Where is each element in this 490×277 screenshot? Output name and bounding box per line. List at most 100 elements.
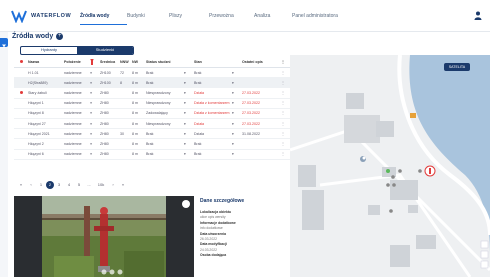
header-nnw[interactable]: NNW bbox=[120, 60, 132, 64]
hydrant-type-icon: ≡ bbox=[90, 141, 93, 146]
row-menu-icon[interactable]: ⋮ bbox=[278, 71, 288, 75]
chevron-down-icon[interactable]: ▾ bbox=[184, 111, 194, 115]
page-button-3[interactable]: 3 bbox=[54, 181, 64, 189]
header-well-status[interactable]: Status studzni bbox=[146, 60, 184, 64]
hydrant-type-icon: ≡ bbox=[90, 80, 93, 85]
row-menu-icon[interactable]: ⋮ bbox=[278, 122, 288, 126]
chevron-down-icon[interactable]: ▾ bbox=[184, 91, 194, 95]
chevron-down-icon[interactable]: ▾ bbox=[232, 91, 242, 95]
table-row[interactable]: H2(Stra889) nadziemne ≡ ZH100 8 8 m Brak ▾ Brak ▾… bbox=[14, 78, 290, 89]
cell-location: nadziemne bbox=[64, 80, 82, 85]
header-menu-icon[interactable]: ⋮ bbox=[278, 60, 288, 64]
alert-dot-icon bbox=[19, 90, 23, 94]
table-row[interactable]: Hżązyni 6 nadziemne ≡ ZH80 8 m Brak ▾ Brak ▾ ⋮ bbox=[14, 150, 290, 160]
filter-icon bbox=[2, 44, 6, 49]
cell-state: Brak bbox=[194, 152, 202, 157]
cell-diameter: ZH80 bbox=[100, 111, 109, 116]
chevron-down-icon[interactable]: ▾ bbox=[232, 152, 242, 156]
table-row[interactable]: Stary żabuli nadziemne ≡ ZH80 8 m Niesprawdzo… bbox=[14, 88, 290, 99]
tab-hydrants[interactable]: Hydranty bbox=[21, 47, 77, 54]
add-water-source-button[interactable]: + bbox=[56, 33, 64, 40]
table-row[interactable]: Hżązyni 2021 nadziemne ≡ ZH80 30 8 m Brak ▾ Dzia… bbox=[14, 129, 290, 140]
nav-item-buildings[interactable]: Budynki bbox=[127, 13, 169, 25]
row-menu-icon[interactable]: ⋮ bbox=[278, 111, 288, 115]
header-diameter[interactable]: Średnica bbox=[100, 60, 120, 64]
chevron-down-icon[interactable]: ▾ bbox=[232, 111, 242, 115]
hydrant-type-icon: ≡ bbox=[90, 111, 93, 116]
cell-diameter: ZH80 bbox=[100, 121, 109, 126]
table-row[interactable]: Hżązyni 1 nadziemne ≡ ZH80 8 m Niesprawdzony ▾… bbox=[14, 99, 290, 109]
chevron-down-icon[interactable]: ▾ bbox=[232, 101, 242, 105]
page-button-2[interactable]: 2 bbox=[46, 181, 54, 189]
page-first-button[interactable]: « bbox=[16, 181, 26, 189]
nav-item-admin-panel[interactable]: Panel administratora bbox=[292, 13, 362, 25]
page-last-button[interactable]: » bbox=[118, 181, 128, 189]
header-icon bbox=[90, 58, 100, 66]
nav-item-analysis[interactable]: Analiza bbox=[254, 13, 292, 25]
header-state[interactable]: Stan bbox=[194, 60, 232, 64]
table-body: H 1.01 nadziemne ≡ ZH100 72 8 m Brak ▾ Brak ▾ ⋮ H2(… bbox=[14, 68, 290, 160]
map-view[interactable]: SATELITA bbox=[290, 55, 490, 277]
cell-last-date: 31.08.2022 bbox=[242, 131, 260, 136]
page-next-button[interactable]: › bbox=[108, 181, 118, 189]
header-last-description[interactable]: Ostatni opis bbox=[242, 60, 278, 64]
header-location[interactable]: Położenie bbox=[64, 60, 90, 64]
tab-wells[interactable]: Studzienki bbox=[77, 47, 133, 54]
cell-well-status: Brak bbox=[146, 131, 154, 136]
nav-item-water-sources[interactable]: Źródła wody bbox=[80, 13, 127, 25]
chevron-down-icon[interactable]: ▾ bbox=[232, 132, 242, 136]
hydrant-type-icon: ≡ bbox=[90, 121, 93, 126]
cell-diameter: ZH100 bbox=[100, 80, 111, 85]
chevron-down-icon[interactable]: ▾ bbox=[184, 122, 194, 126]
chevron-down-icon[interactable]: ▾ bbox=[184, 152, 194, 156]
row-menu-icon[interactable]: ⋮ bbox=[278, 91, 288, 95]
hydrant-type-icon: ≡ bbox=[90, 131, 93, 136]
page-button-5[interactable]: 5 bbox=[74, 181, 84, 189]
cell-state: Działa bbox=[194, 90, 204, 95]
nav-item-plans[interactable]: Pliszy bbox=[169, 13, 209, 25]
chevron-down-icon[interactable]: ▾ bbox=[184, 101, 194, 105]
table-row[interactable]: Hżązyni 2 nadziemne ≡ ZH80 8 m Brak ▾ Brak ▾ ⋮ bbox=[14, 139, 290, 150]
chevron-down-icon[interactable]: ▾ bbox=[184, 142, 194, 146]
table-row[interactable]: Hżązyni 8 nadziemne ≡ ZH80 8 m Zadowalający ▾ D… bbox=[14, 109, 290, 119]
header-nw[interactable]: NW bbox=[132, 60, 146, 64]
page-button-last[interactable]: 10k bbox=[94, 181, 108, 189]
header-name[interactable]: Nazwa bbox=[28, 60, 64, 64]
row-menu-icon[interactable]: ⋮ bbox=[278, 152, 288, 156]
page-prev-button[interactable]: ‹ bbox=[26, 181, 36, 189]
chevron-down-icon[interactable]: ▾ bbox=[232, 122, 242, 126]
cell-state: Brak bbox=[194, 70, 202, 75]
table-row[interactable]: H 1.01 nadziemne ≡ ZH100 72 8 m Brak ▾ Brak ▾ ⋮ bbox=[14, 68, 290, 79]
page-title: Źródła wody bbox=[12, 33, 54, 40]
cell-state: Brak bbox=[194, 80, 202, 85]
cell-well-status: Brak bbox=[146, 152, 154, 157]
row-menu-icon[interactable]: ⋮ bbox=[278, 101, 288, 105]
cell-well-status: Niesprawdzony bbox=[146, 101, 171, 106]
chevron-down-icon[interactable]: ▾ bbox=[184, 71, 194, 75]
row-menu-icon[interactable]: ⋮ bbox=[278, 81, 288, 85]
chevron-down-icon[interactable]: ▾ bbox=[184, 81, 194, 85]
map-canvas[interactable] bbox=[290, 55, 490, 277]
row-menu-icon[interactable]: ⋮ bbox=[278, 142, 288, 146]
page-button-4[interactable]: 4 bbox=[64, 181, 74, 189]
user-icon[interactable] bbox=[474, 11, 482, 20]
page-button-1[interactable]: 1 bbox=[36, 181, 46, 189]
filter-toggle-button[interactable] bbox=[0, 38, 8, 49]
nav-item-transport[interactable]: Przewożna bbox=[209, 13, 254, 25]
table-row[interactable]: Hżązyni 27 nadziemne ≡ ZH80 8 m Niesprawdzony… bbox=[14, 119, 290, 130]
main-nav: Źródła wody Budynki Pliszy Przewożna Ana… bbox=[80, 13, 362, 25]
hydrant-icon bbox=[90, 58, 94, 65]
cell-diameter: ZH80 bbox=[100, 152, 109, 157]
details-panel: Dane szczegółowe Lokalizacja obiektu uli… bbox=[200, 198, 286, 259]
map-satellite-button[interactable]: SATELITA bbox=[444, 63, 470, 71]
chevron-down-icon[interactable]: ▾ bbox=[184, 132, 194, 136]
row-menu-icon[interactable]: ⋮ bbox=[278, 132, 288, 136]
brand-logo[interactable]: WATERFLOW bbox=[10, 9, 71, 23]
left-sidebar-strip bbox=[0, 32, 8, 277]
chevron-down-icon[interactable]: ▾ bbox=[232, 71, 242, 75]
chevron-down-icon[interactable]: ▾ bbox=[232, 81, 242, 85]
cell-location: nadziemne bbox=[64, 121, 82, 126]
cell-location: nadziemne bbox=[64, 152, 82, 157]
chevron-down-icon[interactable]: ▾ bbox=[232, 142, 242, 146]
details-title: Dane szczegółowe bbox=[200, 198, 245, 204]
